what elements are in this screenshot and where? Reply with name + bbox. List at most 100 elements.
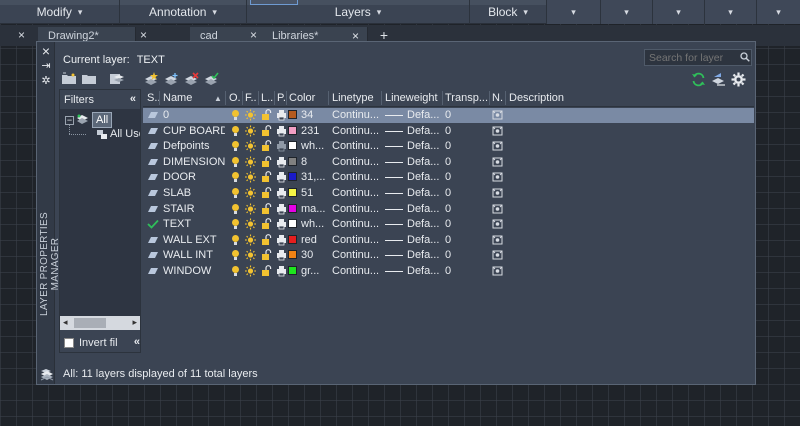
lightbulb-on-icon[interactable] <box>230 249 241 261</box>
layer-color-name[interactable]: wh... <box>301 218 329 230</box>
layer-row[interactable]: DIMENSION 8 Continu... Defa... 0 <box>143 155 754 170</box>
printer-icon[interactable] <box>276 234 287 246</box>
layer-lineweight[interactable]: Defa... <box>407 203 441 215</box>
scroll-right-icon[interactable]: ▸ <box>132 317 137 328</box>
layer-name[interactable]: STAIR <box>163 203 225 215</box>
layer-row[interactable]: WALL EXT red Continu... Defa... 0 <box>143 233 754 248</box>
filters-horizontal-scrollbar[interactable]: ◂ ▸ <box>60 316 140 330</box>
color-swatch[interactable] <box>288 125 297 135</box>
layer-row[interactable]: Defpoints wh... Continu... Defa... 0 <box>143 139 754 154</box>
layer-row[interactable]: DOOR 31,... Continu... Defa... 0 <box>143 170 754 185</box>
layer-status-icon[interactable] <box>147 172 159 182</box>
layer-row[interactable]: 0 34 Continu... Defa... 0 <box>143 108 754 123</box>
unlock-icon[interactable] <box>261 265 272 277</box>
sun-thawed-icon[interactable] <box>245 171 256 183</box>
sun-thawed-icon[interactable] <box>245 125 256 137</box>
lightbulb-on-icon[interactable] <box>230 156 241 168</box>
close-icon[interactable]: × <box>40 44 52 58</box>
search-icon[interactable] <box>740 52 750 62</box>
layer-lineweight[interactable]: Defa... <box>407 125 441 137</box>
column-separator[interactable] <box>381 91 382 105</box>
color-swatch[interactable] <box>288 141 297 151</box>
ribbon-panel-layers[interactable]: Layers ▾ <box>247 0 470 24</box>
layer-lineweight[interactable]: Defa... <box>407 171 441 183</box>
layer-name[interactable]: CUP BOARD <box>163 125 225 137</box>
printer-icon[interactable] <box>276 249 287 261</box>
layer-linetype[interactable]: Continu... <box>332 156 382 168</box>
set-current-icon[interactable] <box>204 72 219 86</box>
sun-thawed-icon[interactable] <box>245 218 256 230</box>
unlock-icon[interactable] <box>261 171 272 183</box>
sun-thawed-icon[interactable] <box>245 203 256 215</box>
current-layer-check-icon[interactable] <box>147 219 159 229</box>
invert-filter-checkbox[interactable] <box>64 338 74 348</box>
layer-color-name[interactable]: gr... <box>301 265 329 277</box>
column-header-linetype[interactable]: Linetype <box>332 92 384 104</box>
new-vp-freeze-icon[interactable] <box>492 203 503 215</box>
printer-icon[interactable] <box>276 218 287 230</box>
column-separator[interactable] <box>258 91 259 105</box>
new-vp-freeze-icon[interactable] <box>492 249 503 261</box>
layer-lineweight[interactable]: Defa... <box>407 187 441 199</box>
column-separator[interactable] <box>159 91 160 105</box>
new-vp-freeze-icon[interactable] <box>492 109 503 121</box>
layer-linetype[interactable]: Continu... <box>332 125 382 137</box>
unlock-icon[interactable] <box>261 218 272 230</box>
sun-thawed-icon[interactable] <box>245 156 256 168</box>
layer-name[interactable]: WALL EXT <box>163 234 225 246</box>
layer-linetype[interactable]: Continu... <box>332 187 382 199</box>
unlock-icon[interactable] <box>261 109 272 121</box>
unlock-icon[interactable] <box>261 124 272 137</box>
color-swatch[interactable] <box>288 203 297 213</box>
layer-lineweight[interactable]: Defa... <box>407 109 441 121</box>
layer-lineweight[interactable]: Defa... <box>407 140 441 152</box>
layer-linetype[interactable]: Continu... <box>332 234 382 246</box>
layer-states-manager-icon[interactable] <box>109 72 125 85</box>
layer-status-icon[interactable] <box>147 250 159 260</box>
close-icon[interactable]: × <box>250 28 257 42</box>
layer-color-name[interactable]: wh... <box>301 140 329 152</box>
layer-name[interactable]: DIMENSION <box>163 156 225 168</box>
layer-linetype[interactable]: Continu... <box>332 249 382 261</box>
tree-collapse-toggle[interactable]: − <box>65 116 74 125</box>
sun-thawed-icon[interactable] <box>245 249 256 261</box>
color-swatch[interactable] <box>288 250 297 260</box>
sun-thawed-icon[interactable] <box>245 234 256 246</box>
lightbulb-on-icon[interactable] <box>230 234 241 246</box>
new-group-filter-icon[interactable] <box>81 72 97 85</box>
scroll-left-icon[interactable]: ◂ <box>63 317 68 328</box>
layer-status-icon[interactable] <box>147 126 159 136</box>
properties-icon[interactable]: ✲ <box>40 75 52 87</box>
column-header-status[interactable]: S.. <box>147 92 159 104</box>
layer-lineweight[interactable]: Defa... <box>407 249 441 261</box>
ribbon-panel-block[interactable]: Block ▾ <box>470 0 547 24</box>
color-swatch[interactable] <box>288 188 297 197</box>
column-separator[interactable] <box>505 91 506 105</box>
new-layer-icon[interactable] <box>144 72 159 86</box>
layer-linetype[interactable]: Continu... <box>332 171 382 183</box>
layer-status-icon[interactable] <box>147 157 159 167</box>
ribbon-panel-more-3[interactable]: ▾ <box>653 0 705 24</box>
layer-linetype[interactable]: Continu... <box>332 109 382 121</box>
layer-status-icon[interactable] <box>147 141 159 151</box>
color-swatch[interactable] <box>288 266 297 275</box>
layer-color-name[interactable]: 30 <box>301 249 329 261</box>
new-vp-freeze-icon[interactable] <box>492 125 503 137</box>
column-separator[interactable] <box>242 91 243 105</box>
refresh-icon[interactable] <box>691 72 706 87</box>
layer-transparency[interactable]: 0 <box>445 234 485 246</box>
ribbon-panel-more-4[interactable]: ▾ <box>705 0 757 24</box>
layer-color-name[interactable]: 231 <box>301 125 329 137</box>
gear-icon[interactable] <box>731 72 746 87</box>
layer-row[interactable]: TEXT wh... Continu... Defa... 0 <box>143 217 754 232</box>
new-vp-freeze-icon[interactable] <box>492 156 503 168</box>
close-icon[interactable]: × <box>140 28 147 42</box>
layer-lineweight[interactable]: Defa... <box>407 234 441 246</box>
layer-color-name[interactable]: 31,... <box>301 171 329 183</box>
layer-name[interactable]: WALL INT <box>163 249 225 261</box>
layer-transparency[interactable]: 0 <box>445 249 485 261</box>
lightbulb-on-icon[interactable] <box>230 140 241 152</box>
column-separator[interactable] <box>442 91 443 105</box>
printer-icon[interactable] <box>276 140 287 152</box>
printer-icon[interactable] <box>276 203 287 215</box>
